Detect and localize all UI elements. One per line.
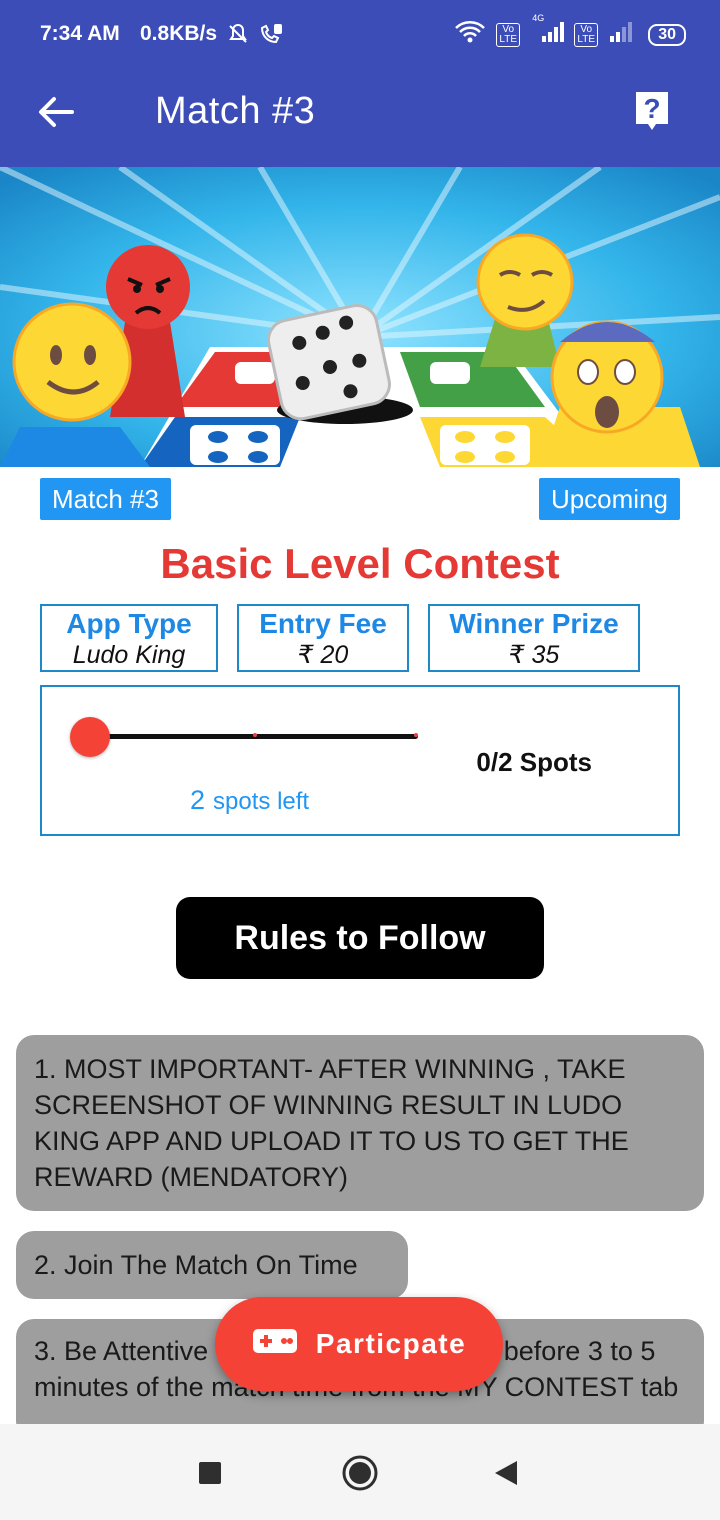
system-nav-bar <box>0 1424 720 1520</box>
battery-icon: 30 <box>648 23 686 46</box>
spots-progress-thumb <box>70 717 110 757</box>
participate-button[interactable]: Particpate <box>215 1297 503 1391</box>
entry-fee-box: Entry Fee ₹ 20 <box>237 604 409 672</box>
signal-icon: 4G <box>530 14 565 49</box>
entry-fee-label: Entry Fee <box>259 608 387 639</box>
spots-progress-tick <box>414 733 418 737</box>
circle-home-icon[interactable] <box>341 1454 379 1497</box>
rule-item: 2. Join The Match On Time <box>16 1231 408 1299</box>
volte-icon: Vo LTE <box>574 22 599 47</box>
spots-left-label: 2 spots left <box>190 785 309 816</box>
volte-icon: Vo LTE <box>496 22 521 47</box>
spots-left-text: spots left <box>213 788 310 815</box>
rule-item: 1. MOST IMPORTANT- AFTER WINNING , TAKE … <box>16 1035 704 1211</box>
app-type-label: App Type <box>66 608 192 639</box>
winner-prize-label: Winner Prize <box>449 608 619 639</box>
contest-title: Basic Level Contest <box>160 540 560 587</box>
spots-count: 0/2 Spots <box>476 747 592 777</box>
winner-prize-box: Winner Prize ₹ 35 <box>428 604 640 672</box>
mute-bell-icon <box>226 22 250 51</box>
arrow-left-icon[interactable] <box>36 92 76 132</box>
ludo-king-banner <box>0 167 720 467</box>
page-title: Match #3 <box>155 90 316 132</box>
entry-fee-value: ₹ 20 <box>297 641 349 669</box>
call-icon <box>258 22 284 51</box>
status-badge: Upcoming <box>538 478 680 520</box>
spots-box: 0/2 Spots 2 spots left <box>40 685 680 836</box>
svg-text:?: ? <box>643 93 660 124</box>
status-icons: Vo LTE 4G Vo LTE 30 <box>454 14 686 49</box>
gamepad-icon <box>252 1327 298 1362</box>
signal-icon <box>608 20 638 49</box>
rules-to-follow-button[interactable]: Rules to Follow <box>176 897 544 979</box>
network-type-label: 4G <box>532 13 545 23</box>
winner-prize-value: ₹ 35 <box>508 641 560 669</box>
wifi-icon <box>454 20 486 49</box>
square-icon[interactable] <box>198 1461 222 1490</box>
participate-label: Particpate <box>315 1328 467 1359</box>
status-bar: 7:34 AM 0.8KB/s Vo LTE 4G Vo LTE 30 <box>0 0 720 70</box>
status-time: 7:34 AM <box>40 22 120 45</box>
status-network-speed: 0.8KB/s <box>140 22 218 45</box>
app-type-box: App Type Ludo King <box>40 604 218 672</box>
app-type-value: Ludo King <box>72 641 186 669</box>
spots-left-number: 2 <box>190 785 206 815</box>
triangle-back-icon[interactable] <box>493 1459 519 1492</box>
match-number-badge: Match #3 <box>40 478 171 520</box>
spots-progress-tick <box>253 733 257 737</box>
help-icon[interactable]: ? <box>634 90 670 134</box>
app-bar: Match #3 ? <box>0 70 720 167</box>
